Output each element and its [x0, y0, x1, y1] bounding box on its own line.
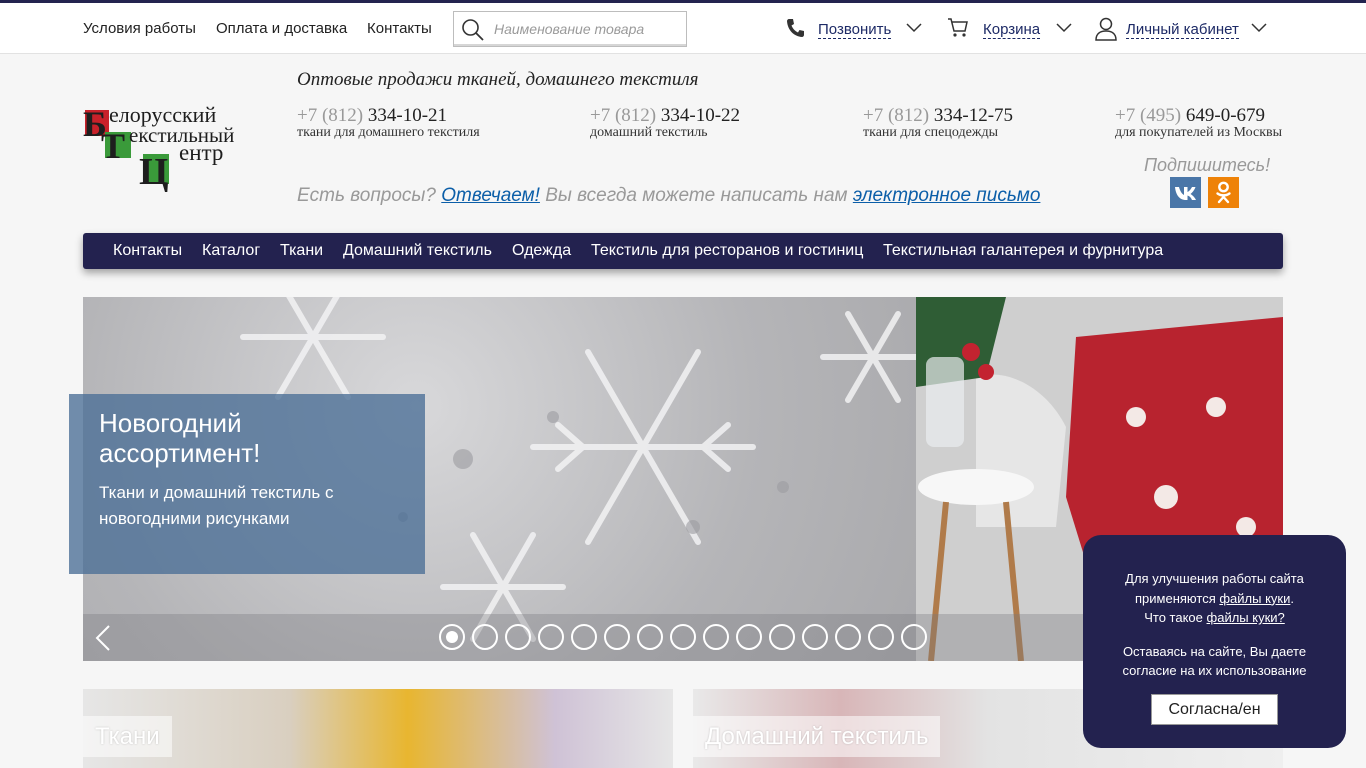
phone-icon [787, 19, 804, 37]
link-payment-delivery[interactable]: Оплата и доставка [216, 20, 347, 37]
cookie-accept-button[interactable]: Согласна/ен [1151, 694, 1278, 725]
search-icon[interactable] [461, 18, 485, 42]
phone-description: ткани для домашнего текстиля [297, 125, 480, 140]
subscribe-label: Подпишитесь! [1144, 155, 1271, 175]
link-contacts[interactable]: Контакты [367, 20, 432, 37]
slider-dot[interactable] [769, 624, 795, 650]
link-terms[interactable]: Условия работы [83, 20, 196, 37]
logo-letter-ts: Ц [139, 151, 169, 192]
call-label[interactable]: Позвонить [818, 22, 892, 39]
cookie-consent: Для улучшения работы сайта применяются ф… [1083, 535, 1346, 748]
phone-block: +7 (812) 334-10-22 домашний текстиль [590, 105, 740, 141]
chevron-down-icon[interactable] [1056, 23, 1072, 33]
cart-icon [948, 18, 968, 37]
phone-block: +7 (495) 649-0-679 для покупателей из Мо… [1115, 105, 1282, 141]
slider-dot[interactable] [736, 624, 762, 650]
cart-label[interactable]: Корзина [983, 22, 1041, 39]
slider-dot[interactable] [901, 624, 927, 650]
phone-description: домашний текстиль [590, 125, 708, 140]
phone-number[interactable]: +7 (812) 334-10-22 [590, 105, 740, 127]
phone-number[interactable]: +7 (812) 334-12-75 [863, 105, 1013, 127]
category-card-fabrics[interactable]: Ткани [83, 689, 673, 768]
phone-description: ткани для спецодежды [863, 125, 999, 140]
account-label[interactable]: Личный кабинет [1126, 22, 1239, 39]
slider-dot[interactable] [835, 624, 861, 650]
questions-line: Есть вопросы? Отвечаем! Вы всегда можете… [297, 185, 1041, 206]
cookie-link[interactable]: файлы куки [1219, 591, 1290, 606]
slide-subtitle: Ткани и домашний текстиль с новогодними … [99, 483, 334, 528]
category-label: Ткани [83, 716, 172, 757]
nav-item-clothing[interactable]: Одежда [512, 242, 571, 260]
main-nav: Контакты Каталог Ткани Домашний текстиль… [83, 233, 1283, 269]
slider-dot[interactable] [571, 624, 597, 650]
slider-dot[interactable] [604, 624, 630, 650]
slider-dot[interactable] [802, 624, 828, 650]
vk-icon[interactable] [1170, 177, 1201, 208]
phone-block: +7 (812) 334-10-21 ткани для домашнего т… [297, 105, 480, 141]
cookie-info-link[interactable]: файлы куки? [1207, 610, 1285, 625]
search-input[interactable] [494, 18, 679, 40]
nav-item-fabrics[interactable]: Ткани [280, 242, 323, 260]
nav-item-haberdashery[interactable]: Текстильная галантерея и фурнитура [883, 242, 1163, 260]
nav-item-home-textile[interactable]: Домашний текстиль [343, 242, 492, 260]
phone-description: для покупателей из Москвы [1115, 125, 1283, 140]
search-box[interactable] [453, 11, 687, 47]
odnoklassniki-icon[interactable] [1208, 177, 1239, 208]
slide-caption[interactable]: Новогодний ассортимент! Ткани и домашний… [69, 394, 425, 574]
chevron-down-icon[interactable] [1251, 23, 1267, 33]
top-bar: Условия работы Оплата и доставка Контакт… [0, 0, 1366, 54]
phone-block: +7 (812) 334-12-75 ткани для спецодежды [863, 105, 1013, 141]
slider-dot[interactable] [439, 624, 465, 650]
slide-title: Новогодний ассортимент! [99, 408, 261, 468]
chevron-down-icon[interactable] [906, 23, 922, 33]
nav-item-restaurants[interactable]: Текстиль для ресторанов и гостиниц [591, 242, 863, 260]
slider-dot[interactable] [505, 624, 531, 650]
email-link[interactable]: электронное письмо [853, 185, 1041, 206]
tagline: Оптовые продажи тканей, домашнего тексти… [297, 69, 699, 90]
slider-dot[interactable] [703, 624, 729, 650]
answers-link[interactable]: Отвечаем! [441, 185, 540, 206]
cookie-consent-text: Оставаясь на сайте, Вы даете согласие на… [1122, 643, 1307, 679]
nav-item-contacts[interactable]: Контакты [113, 242, 182, 260]
phone-number[interactable]: +7 (812) 334-10-21 [297, 105, 480, 127]
slider-prev-arrow-icon[interactable] [95, 624, 111, 652]
slider-dot[interactable] [538, 624, 564, 650]
nav-item-catalog[interactable]: Каталог [202, 242, 260, 260]
site-logo[interactable]: Б Т Ц елорусский екстильный ентр [83, 104, 258, 192]
slider-dot[interactable] [472, 624, 498, 650]
slider-dot[interactable] [670, 624, 696, 650]
phone-number[interactable]: +7 (495) 649-0-679 [1115, 105, 1282, 127]
category-label: Домашний текстиль [693, 716, 941, 757]
cookie-text: Для улучшения работы сайта применяются ф… [1125, 571, 1304, 625]
logo-letter-t: Т [101, 126, 125, 166]
slider-dot[interactable] [637, 624, 663, 650]
logo-word-3: ентр [179, 140, 223, 165]
slider-dot[interactable] [868, 624, 894, 650]
user-icon [1095, 17, 1117, 41]
